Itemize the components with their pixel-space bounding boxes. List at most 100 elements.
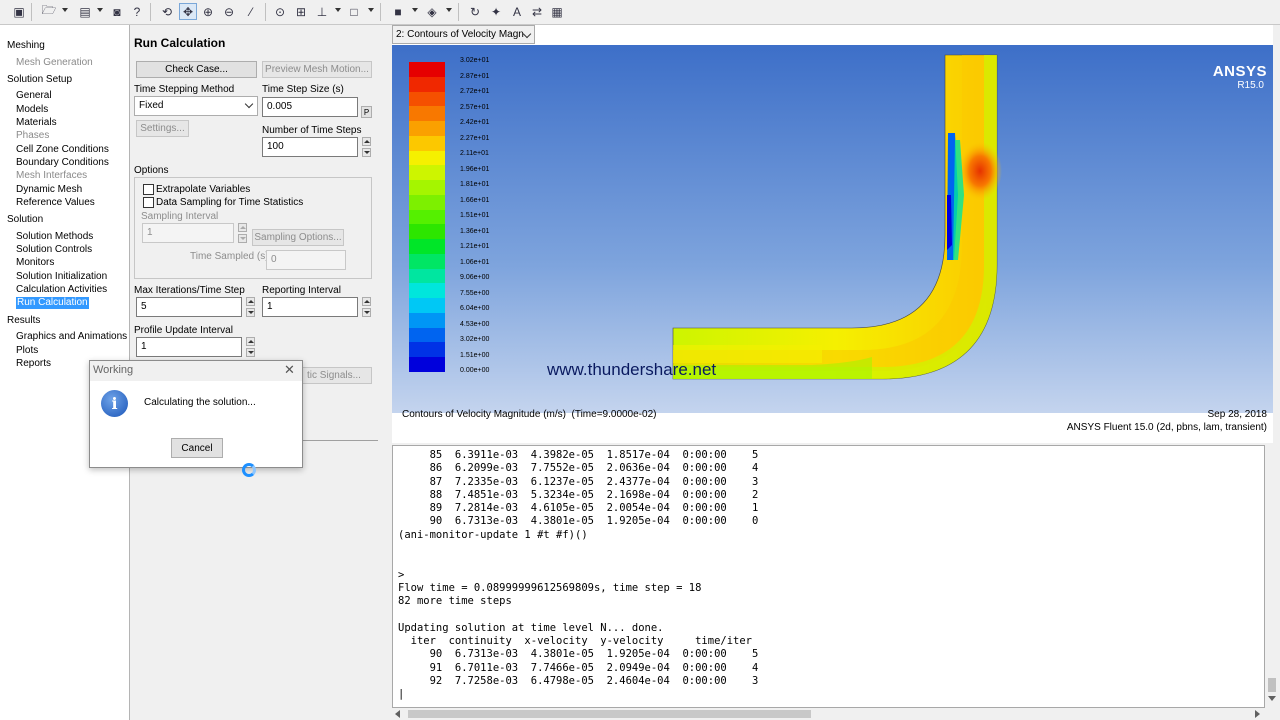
tree-item-meshing[interactable]: Meshing — [7, 40, 45, 52]
console-horizontal-scrollbar[interactable] — [392, 708, 1279, 720]
console-output[interactable]: 85 6.3911e-03 4.3982e-05 1.8517e-04 0:00… — [392, 445, 1265, 708]
dialog-message: Calculating the solution... — [144, 397, 256, 408]
parameters-icon[interactable]: ⇄ — [528, 3, 546, 20]
tree-item-solution-methods[interactable]: Solution Methods — [16, 231, 93, 243]
reporting-interval-input[interactable]: 1 — [262, 297, 358, 317]
time-step-size-input[interactable]: 0.005 — [262, 97, 358, 117]
reporting-interval-spinner[interactable] — [362, 297, 371, 317]
tree-item-phases[interactable]: Phases — [16, 130, 49, 142]
number-of-time-steps-spinner[interactable] — [362, 137, 371, 157]
ansys-a-icon[interactable]: A — [508, 3, 526, 20]
colorbar-tick-label: 1.66e+01 — [460, 196, 490, 204]
zoom-box-icon[interactable]: ⊞ — [292, 3, 310, 20]
acoustic-signals-button[interactable]: tic Signals... — [296, 367, 372, 384]
tree-item-materials[interactable]: Materials — [16, 117, 57, 129]
tree-item-reports[interactable]: Reports — [16, 358, 51, 370]
data-sampling-label: Data Sampling for Time Statistics — [156, 197, 304, 208]
tree-item-run-calculation[interactable]: Run Calculation — [16, 297, 89, 309]
colorbar-swatch — [409, 357, 445, 373]
scroll-right-icon[interactable] — [1255, 710, 1260, 718]
tree-item-solution-controls[interactable]: Solution Controls — [16, 244, 92, 256]
colorbar-tick-label: 1.06e+01 — [460, 258, 490, 266]
dialog-title: Working — [93, 364, 134, 376]
tree-item-solution-initialization[interactable]: Solution Initialization — [16, 271, 107, 283]
parameter-p-button[interactable]: P — [361, 106, 372, 118]
probe-icon[interactable]: ⁄ — [242, 3, 260, 20]
pan-icon[interactable]: ✥ — [179, 3, 197, 20]
console-line: 85 6.3911e-03 4.3982e-05 1.8517e-04 0:00… — [398, 449, 759, 461]
axes-icon[interactable]: ⊥ — [313, 3, 331, 20]
settings-button[interactable]: Settings... — [136, 120, 189, 137]
rotate-icon[interactable]: ⟲ — [158, 3, 176, 20]
scroll-left-icon[interactable] — [395, 710, 400, 718]
mde-icon[interactable]: ▦ — [548, 3, 566, 20]
lights-dropdown-icon[interactable] — [446, 8, 452, 12]
graphics-window-selector[interactable]: 2: Contours of Velocity Magn — [392, 25, 535, 44]
close-icon[interactable]: ✕ — [284, 362, 295, 378]
max-iterations-spinner[interactable] — [246, 297, 255, 317]
console-vertical-scrollbar[interactable] — [1265, 445, 1279, 708]
lights-icon[interactable]: ◈ — [423, 3, 441, 20]
tree-item-plots[interactable]: Plots — [16, 345, 38, 357]
camera-icon[interactable]: ◙ — [108, 3, 126, 20]
axes-dropdown-icon[interactable] — [335, 8, 341, 12]
tree-item-models[interactable]: Models — [16, 104, 48, 116]
colorbar-tick-label: 3.02e+00 — [460, 336, 490, 343]
data-sampling-checkbox[interactable] — [143, 197, 154, 208]
colorbar-swatch — [409, 224, 445, 240]
workbench-icon[interactable]: ✦ — [487, 3, 505, 20]
profile-update-interval-input[interactable]: 1 — [136, 337, 242, 357]
tree-item-dynamic-mesh[interactable]: Dynamic Mesh — [16, 184, 82, 196]
pipe-inner-layer — [673, 55, 990, 371]
graphics-viewport[interactable]: ANSYS R15.0 www.thundershare.net 3.02e+0… — [392, 45, 1279, 413]
zoom-out-icon[interactable]: ⊖ — [220, 3, 238, 20]
help-icon[interactable]: ? — [128, 3, 146, 20]
console-vertical-scroll-thumb[interactable] — [1268, 678, 1276, 692]
console-horizontal-scroll-thumb[interactable] — [408, 710, 811, 718]
layout-icon[interactable]: □ — [345, 3, 363, 20]
tree-item-mesh-interfaces[interactable]: Mesh Interfaces — [16, 170, 87, 182]
case-icon[interactable]: ▣ — [10, 3, 28, 20]
open-folder-icon[interactable]: 🗁 — [40, 3, 58, 20]
tree-item-mesh-generation[interactable]: Mesh Generation — [16, 57, 93, 69]
max-iterations-input[interactable]: 5 — [136, 297, 242, 317]
zoom-fit-icon[interactable]: ⊙ — [271, 3, 289, 20]
preview-mesh-motion-button[interactable]: Preview Mesh Motion... — [262, 61, 372, 78]
colorbar-tick-label: 7.55e+00 — [460, 289, 490, 297]
open-dropdown-icon[interactable] — [62, 8, 68, 12]
console-line: 91 6.7011e-03 7.7466e-05 2.0949e-04 0:00… — [398, 661, 759, 674]
tree-item-cell-zone-conditions[interactable]: Cell Zone Conditions — [16, 144, 109, 156]
display-icon[interactable]: ■ — [389, 3, 407, 20]
zoom-in-icon[interactable]: ⊕ — [199, 3, 217, 20]
cancel-button[interactable]: Cancel — [171, 438, 223, 458]
tree-item-solution-setup[interactable]: Solution Setup — [7, 74, 72, 86]
tree-item-boundary-conditions[interactable]: Boundary Conditions — [16, 157, 109, 169]
colorbar-swatch — [409, 150, 445, 166]
tree-item-graphics-and-animations[interactable]: Graphics and Animations — [16, 331, 127, 343]
sampling-interval-spinner[interactable] — [238, 223, 247, 243]
check-case-button[interactable]: Check Case... — [136, 61, 257, 78]
scroll-down-icon[interactable] — [1268, 696, 1276, 701]
sampling-options-button[interactable]: Sampling Options... — [252, 229, 344, 246]
colorbar-tick-label: 1.81e+01 — [460, 181, 490, 188]
profile-update-interval-spinner[interactable] — [246, 337, 255, 357]
tree-item-monitors[interactable]: Monitors — [16, 257, 54, 269]
save-icon[interactable]: ▤ — [76, 3, 94, 20]
save-dropdown-icon[interactable] — [97, 8, 103, 12]
refresh-icon[interactable]: ↻ — [466, 3, 484, 20]
layout-dropdown-icon[interactable] — [368, 8, 374, 12]
colorbar-tick-label: 6.04e+00 — [460, 305, 490, 312]
tree-item-reference-values[interactable]: Reference Values — [16, 197, 95, 209]
number-of-time-steps-input[interactable]: 100 — [262, 137, 358, 157]
sampling-interval-input[interactable]: 1 — [142, 223, 234, 243]
tree-item-calculation-activities[interactable]: Calculation Activities — [16, 284, 107, 296]
colorbar-swatch — [409, 121, 445, 137]
display-dropdown-icon[interactable] — [412, 8, 418, 12]
tree-item-results[interactable]: Results — [7, 315, 40, 327]
time-stepping-method-select[interactable]: Fixed — [134, 96, 258, 116]
ansys-version: R15.0 — [1237, 80, 1264, 91]
tree-item-solution[interactable]: Solution — [7, 214, 43, 226]
tree-item-general[interactable]: General — [16, 90, 52, 102]
extrapolate-variables-checkbox[interactable] — [143, 184, 154, 195]
colorbar-swatch — [409, 253, 445, 270]
